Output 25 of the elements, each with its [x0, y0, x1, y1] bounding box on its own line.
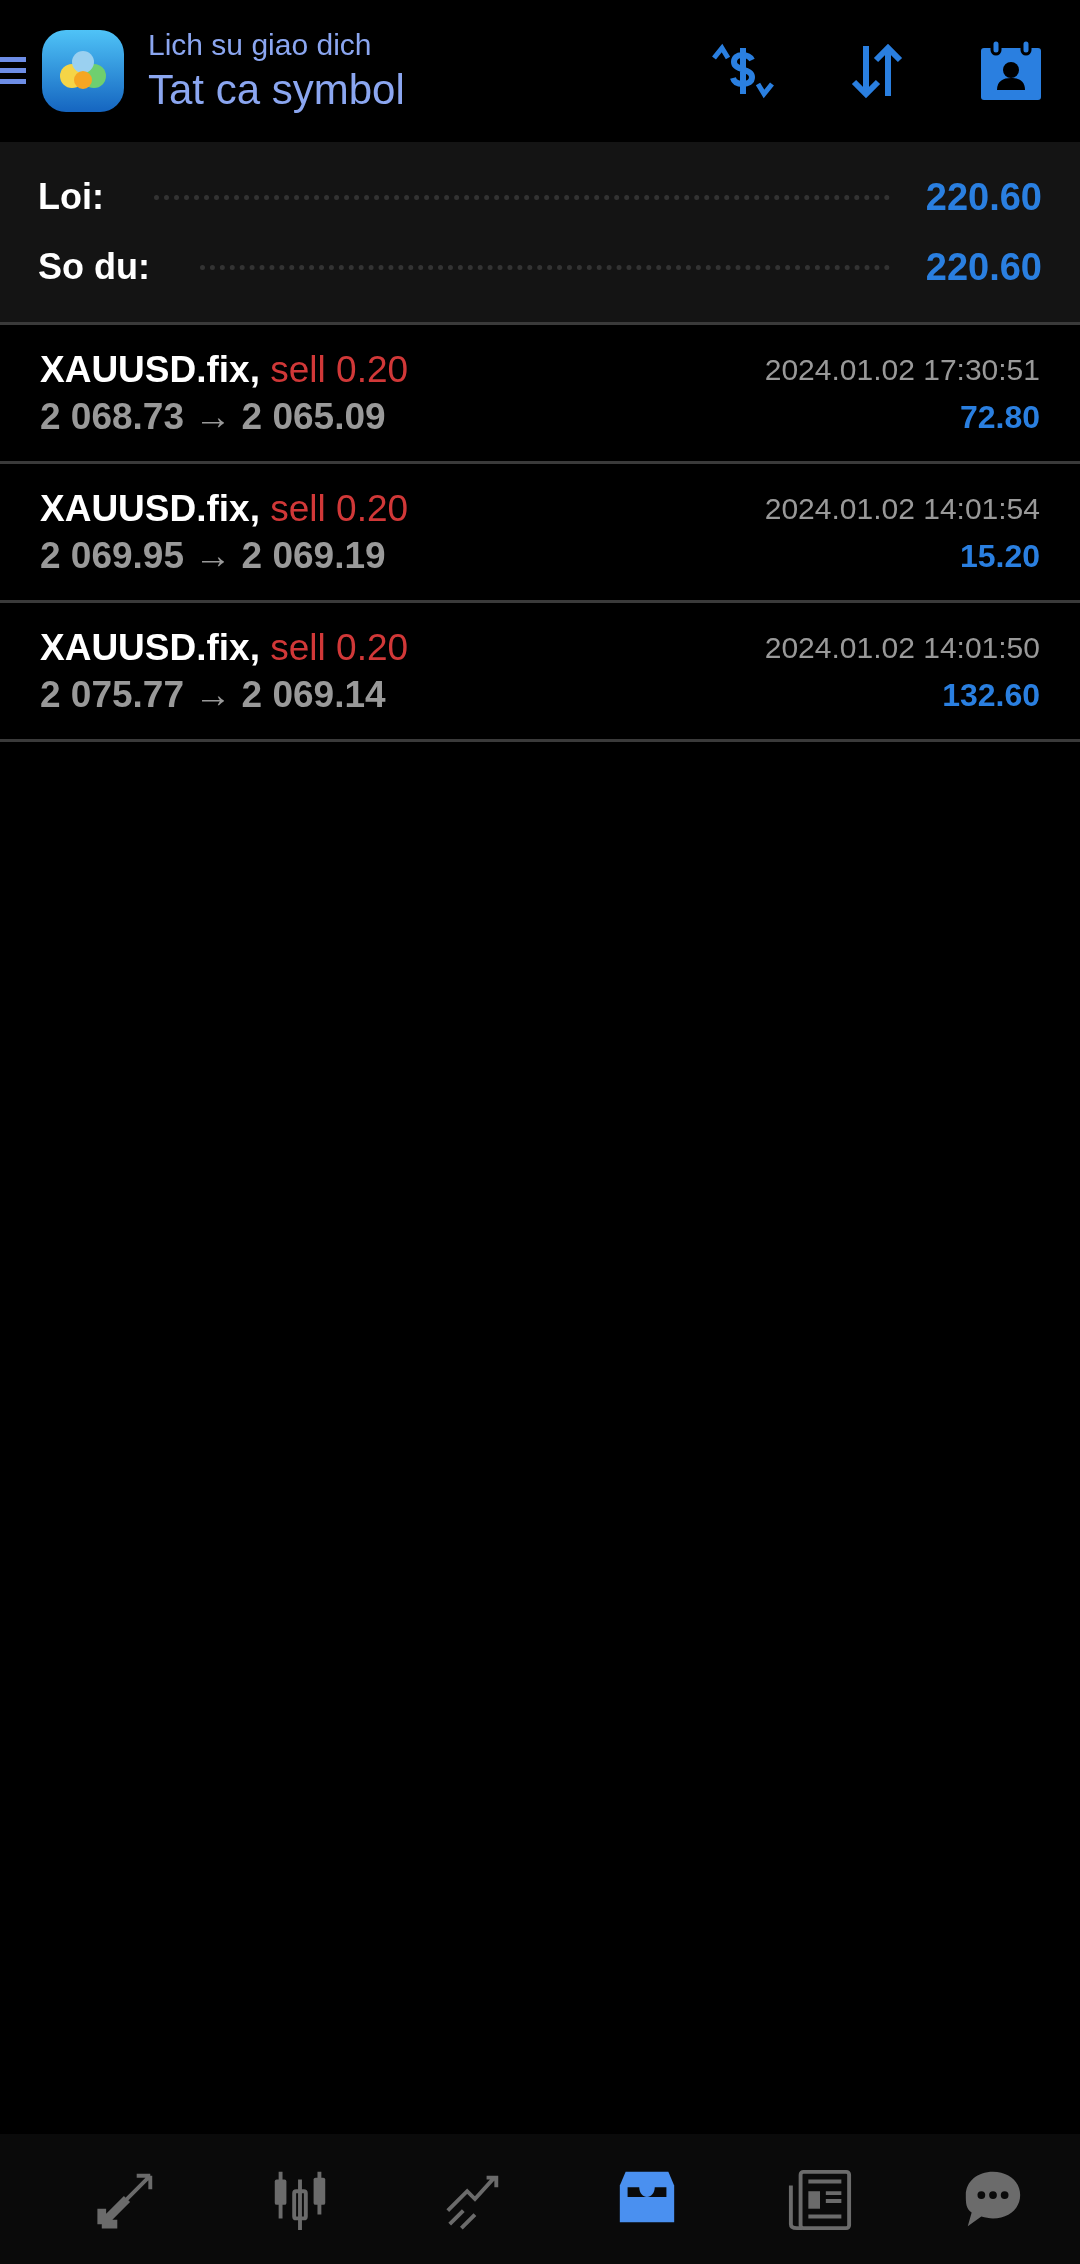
deal-time: 2024.01.02 14:01:54: [764, 491, 1040, 527]
price-range: 2 075.77 → 2 069.14: [40, 673, 387, 717]
deal-profit: 72.80: [959, 398, 1040, 437]
deal-profit: 15.20: [959, 537, 1040, 576]
symbol-label: XAUUSD.fix,: [40, 627, 260, 668]
deal-row[interactable]: XAUUSD.fix, sell 0.20 2 069.95 → 2 069.19 2024.01.02 14:01:54 15.20: [0, 464, 1080, 603]
order-type-label: sell 0.20: [270, 627, 409, 668]
order-type-label: sell 0.20: [270, 488, 409, 529]
deal-time: 2024.01.02 14:01:50: [764, 630, 1040, 666]
symbol-label: XAUUSD.fix,: [40, 349, 260, 390]
price-range: 2 068.73 → 2 065.09: [40, 395, 387, 439]
deal-row[interactable]: XAUUSD.fix, sell 0.20 2 075.77 → 2 069.14 2024.01.02 14:01:50 132.60: [0, 603, 1080, 742]
screen-subtitle: Lich su giao dich: [148, 27, 373, 63]
deal-time: 2024.01.02 17:30:51: [764, 352, 1040, 388]
app-logo-icon: [42, 30, 124, 112]
summary-label: Loi:: [38, 176, 104, 218]
deal-profit: 132.60: [942, 676, 1040, 715]
summary-value: 220.60: [925, 175, 1042, 219]
symbol-filter[interactable]: Tat ca symbol: [148, 64, 642, 116]
symbol-label: XAUUSD.fix,: [40, 488, 260, 529]
summary-label: So du:: [38, 246, 150, 288]
order-type-label: sell 0.20: [270, 349, 409, 390]
summary-value: 220.60: [925, 245, 1042, 289]
price-range: 2 069.95 → 2 069.19: [40, 534, 387, 578]
deal-row[interactable]: XAUUSD.fix, sell 0.20 2 068.73 → 2 065.09 2024.01.02 17:30:51 72.80: [0, 325, 1080, 464]
